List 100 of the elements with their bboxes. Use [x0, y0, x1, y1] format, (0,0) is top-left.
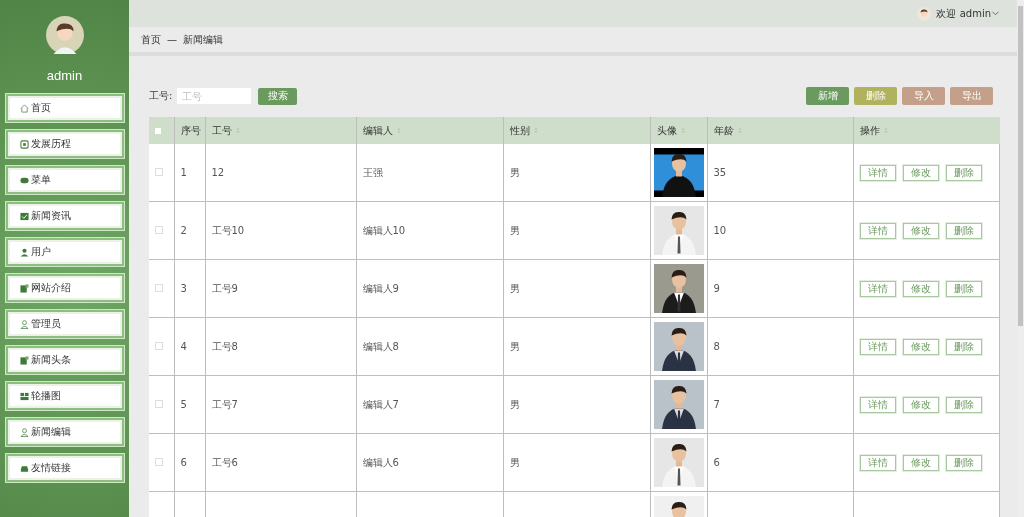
person-icon [19, 319, 29, 329]
edit-button[interactable]: 修改 [902, 222, 939, 239]
menu-label: 发展历程 [30, 137, 71, 151]
table-cell: 编辑人7 [356, 375, 503, 434]
details-button[interactable]: 详情 [859, 338, 896, 355]
delete-button[interactable]: 删除 [945, 164, 982, 181]
menu-label: 新闻资讯 [30, 209, 71, 223]
edit-button[interactable]: 修改 [902, 454, 939, 471]
edit-button[interactable]: 修改 [902, 280, 939, 297]
menu-item[interactable]: 管理员 [7, 312, 122, 336]
avatar-icon [45, 16, 84, 54]
table-cell: 9 [707, 259, 853, 318]
user-menu[interactable]: 欢迎 admin [936, 6, 991, 21]
row-checkbox[interactable] [155, 168, 163, 176]
table-cell: 8 [707, 317, 853, 376]
column-header[interactable]: 年龄 [707, 117, 853, 144]
menu-label: 轮播图 [30, 389, 61, 403]
menu-item[interactable]: 友情链接 [7, 456, 122, 480]
delete-button[interactable]: 删除 [945, 396, 982, 413]
menu-item[interactable]: 轮播图 [7, 384, 122, 408]
row-checkbox[interactable] [155, 400, 163, 408]
table-cell: 10 [707, 201, 853, 260]
row-checkbox[interactable] [155, 226, 163, 234]
table-cell: 工号7 [205, 375, 356, 434]
menu-label: 新闻编辑 [30, 425, 71, 439]
delete-button[interactable]: 删除 [945, 280, 982, 297]
edit-button[interactable]: 修改 [902, 338, 939, 355]
column-header[interactable]: 头像 [650, 117, 707, 144]
document-icon [19, 283, 29, 293]
menu-item[interactable]: 首页 [7, 96, 122, 120]
table-cell: 男 [503, 259, 650, 318]
menu-label: 菜单 [30, 173, 51, 187]
menu-item[interactable]: 新闻资讯 [7, 204, 122, 228]
table-cell: 工号9 [205, 259, 356, 318]
delete-button[interactable]: 删除 [945, 338, 982, 355]
menu-label: 友情链接 [30, 461, 71, 475]
add-button[interactable]: 新增 [806, 87, 849, 105]
delete-button[interactable]: 删除 [945, 454, 982, 471]
menu-label: 网站介绍 [30, 281, 71, 295]
search-field[interactable]: 工号 [177, 88, 252, 104]
details-button[interactable]: 详情 [859, 222, 896, 239]
column-header[interactable]: 工号 [205, 117, 356, 144]
table-cell: 3 [174, 259, 205, 318]
column-header[interactable]: 性别 [503, 117, 650, 144]
column-header[interactable]: 序号 [174, 117, 205, 144]
breadcrumb-item[interactable]: 首页 [141, 32, 161, 47]
table-cell: 编辑人10 [356, 201, 503, 260]
square-icon [19, 139, 29, 149]
table-cell: 编辑人6 [356, 433, 503, 492]
username: admin [46, 68, 83, 83]
table-cell: 5 [174, 375, 205, 434]
person-icon [19, 247, 29, 257]
row-checkbox[interactable] [155, 284, 163, 292]
caret-icon [992, 11, 999, 16]
menu-label: 用户 [30, 245, 51, 259]
menu-item[interactable]: 新闻编辑 [7, 420, 122, 444]
table-cell: 工号6 [205, 433, 356, 492]
details-button[interactable]: 详情 [859, 280, 896, 297]
table-cell: 王强 [356, 144, 503, 202]
table-cell: 4 [174, 317, 205, 376]
column-header[interactable]: 操作 [853, 117, 1000, 144]
delete-button[interactable]: 删除 [854, 87, 897, 105]
person-icon [19, 427, 29, 437]
select-all-checkbox[interactable] [155, 128, 161, 134]
menu-label: 首页 [30, 101, 51, 115]
row-checkbox[interactable] [155, 342, 163, 350]
details-button[interactable]: 详情 [859, 454, 896, 471]
column-header[interactable]: 编辑人 [356, 117, 503, 144]
menu-item[interactable]: 用户 [7, 240, 122, 264]
grid-icon [19, 391, 29, 401]
table-cell: 6 [174, 433, 205, 492]
row-checkbox[interactable] [155, 458, 163, 466]
export-button[interactable]: 导出 [950, 87, 993, 105]
table-cell: 男 [503, 375, 650, 434]
edit-button[interactable]: 修改 [902, 164, 939, 181]
table-cell: 35 [707, 144, 853, 202]
breadcrumb-item[interactable]: 新闻编辑 [183, 32, 223, 47]
table-cell: 编辑人9 [356, 259, 503, 318]
edit-button[interactable]: 修改 [902, 396, 939, 413]
breadcrumb-separator: — [167, 34, 177, 45]
table-cell: 6 [707, 433, 853, 492]
car-icon [19, 463, 29, 473]
table-cell: 12 [205, 144, 356, 202]
table-cell: 编辑人8 [356, 317, 503, 376]
import-button[interactable]: 导入 [902, 87, 945, 105]
table-cell: 男 [503, 433, 650, 492]
table-cell: 男 [503, 201, 650, 260]
details-button[interactable]: 详情 [859, 396, 896, 413]
search-button[interactable]: 搜索 [258, 87, 298, 105]
details-button[interactable]: 详情 [859, 164, 896, 181]
menu-item[interactable]: 新闻头条 [7, 348, 122, 372]
document-icon [19, 355, 29, 365]
avatar-icon [917, 6, 932, 21]
pill-icon [19, 175, 29, 185]
table-cell: 工号8 [205, 317, 356, 376]
table-cell: 2 [174, 201, 205, 260]
menu-item[interactable]: 菜单 [7, 168, 122, 192]
menu-item[interactable]: 发展历程 [7, 132, 122, 156]
menu-item[interactable]: 网站介绍 [7, 276, 122, 300]
delete-button[interactable]: 删除 [945, 222, 982, 239]
